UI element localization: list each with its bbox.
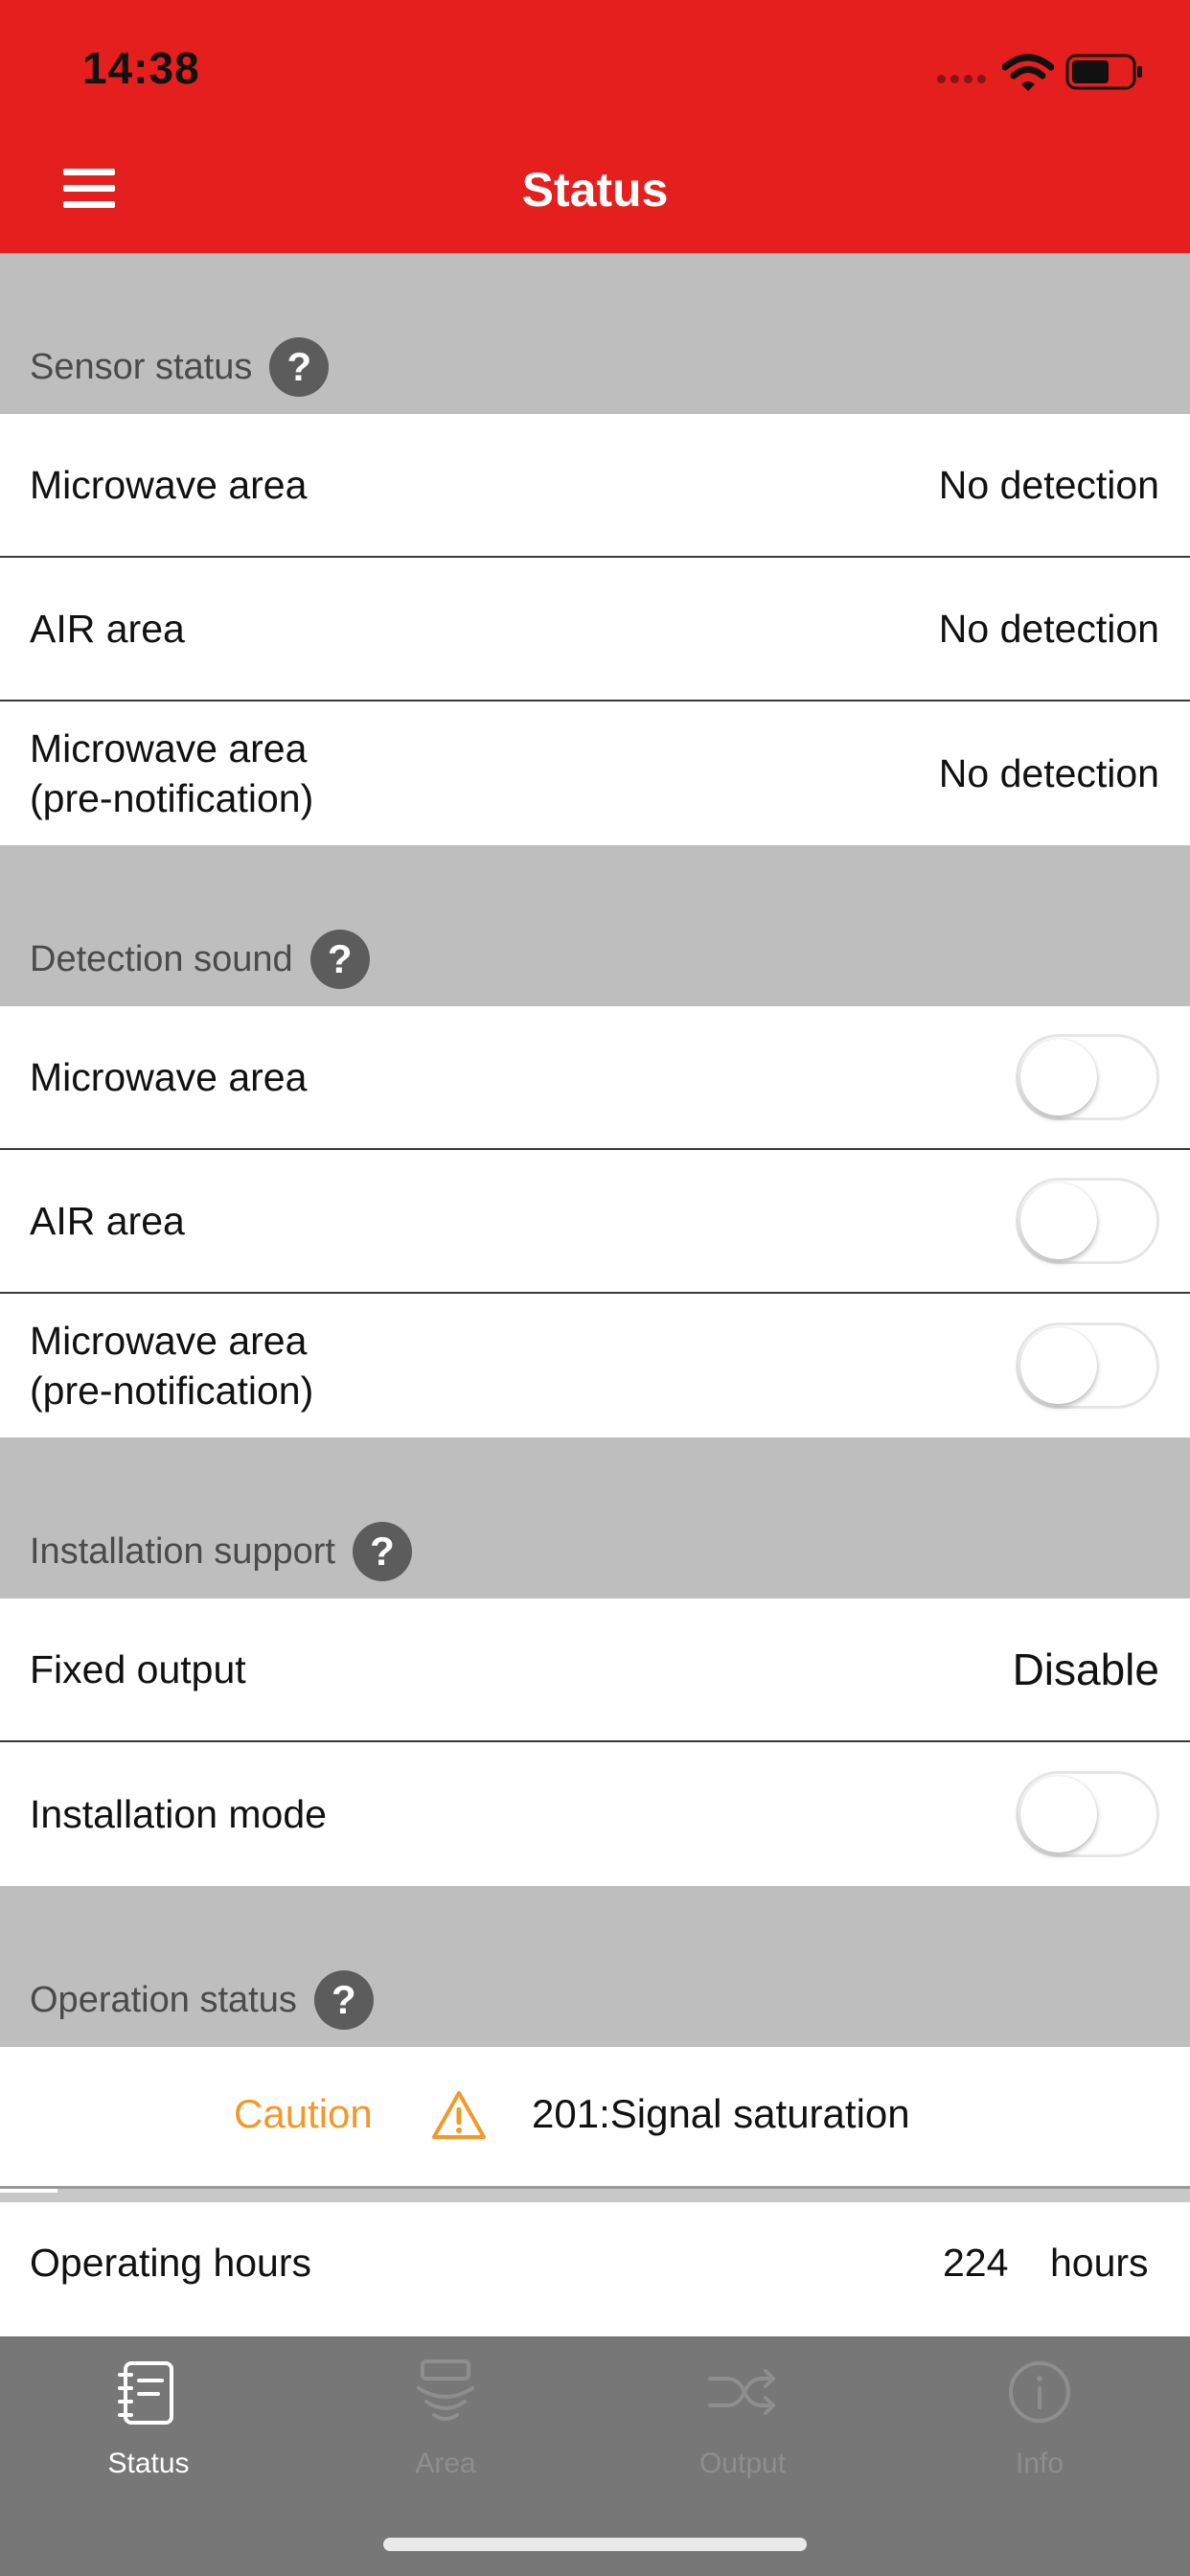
tab-label: Status xyxy=(107,2448,190,2479)
operating-hours-row: Operating hours 224 hours xyxy=(0,2202,1190,2333)
row-label: Microwave area xyxy=(30,463,308,507)
cellular-signal-icon xyxy=(937,75,986,83)
area-waves-icon xyxy=(417,2359,474,2421)
sound-row-air-area: AIR area xyxy=(0,1150,1190,1294)
sensor-row-air-area: AIR area No detection xyxy=(0,558,1190,702)
divider xyxy=(0,2189,1190,2202)
warning-icon xyxy=(432,2091,486,2139)
row-label-line2: (pre-notification) xyxy=(30,1368,314,1413)
row-label: AIR area xyxy=(30,1199,185,1243)
row-value: No detection xyxy=(938,750,1159,795)
help-icon[interactable]: ? xyxy=(313,1970,374,2030)
row-label: Fixed output xyxy=(30,1647,246,1691)
page-title: Status xyxy=(521,163,669,217)
sound-row-microwave-area: Microwave area xyxy=(0,1006,1190,1150)
row-label: Microwave area xyxy=(30,1055,308,1099)
microwave-area-sound-toggle[interactable] xyxy=(1016,1034,1159,1120)
notebook-icon xyxy=(118,2361,173,2425)
info-icon xyxy=(1009,2361,1070,2423)
section-title-installation-support: Installation support xyxy=(30,1530,335,1572)
tab-label: Output xyxy=(698,2448,787,2479)
tab-info[interactable]: Info xyxy=(891,2356,1188,2480)
tab-label: Info xyxy=(1015,2448,1064,2479)
fixed-output-row[interactable]: Fixed output Disable xyxy=(0,1598,1190,1742)
status-level-label: Caution xyxy=(234,2091,373,2136)
tab-status[interactable]: Status xyxy=(0,2356,297,2480)
status-message: 201:Signal saturation xyxy=(532,2091,910,2136)
status-bar-time: 14:38 xyxy=(82,43,200,93)
battery-icon xyxy=(1065,54,1142,90)
air-area-sound-toggle[interactable] xyxy=(1016,1178,1159,1264)
row-value: No detection xyxy=(938,462,1159,507)
sound-row-microwave-prenotification: Microwave area (pre-notification) xyxy=(0,1294,1190,1438)
help-icon[interactable]: ? xyxy=(309,930,370,989)
sensor-row-microwave-area: Microwave area No detection xyxy=(0,414,1190,558)
row-label-line1: Microwave area xyxy=(30,1319,308,1363)
fixed-output-value[interactable]: Disable xyxy=(1013,1644,1159,1695)
app-header: 14:38 Status xyxy=(0,0,1190,253)
sensor-row-microwave-prenotification: Microwave area (pre-notification) No det… xyxy=(0,702,1190,845)
section-header-sensor-status: Sensor status ? xyxy=(0,253,1190,414)
wifi-icon xyxy=(1002,54,1054,91)
section-header-detection-sound: Detection sound ? xyxy=(0,845,1190,1006)
section-title-operation-status: Operation status xyxy=(30,1979,297,2020)
row-label-line2: (pre-notification) xyxy=(30,776,314,820)
shuffle-icon xyxy=(708,2369,775,2415)
row-value: No detection xyxy=(938,606,1159,651)
section-header-installation-support: Installation support ? xyxy=(0,1438,1190,1598)
tab-area[interactable]: Area xyxy=(297,2356,594,2480)
row-label: Installation mode xyxy=(30,1792,327,1836)
row-label: Operating hours xyxy=(30,2241,312,2285)
row-label: Microwave area (pre-notification) xyxy=(30,724,313,823)
home-indicator[interactable] xyxy=(383,2538,807,2551)
section-title-sensor-status: Sensor status xyxy=(30,346,253,387)
section-title-detection-sound: Detection sound xyxy=(30,938,293,979)
operation-status-row: Caution 201:Signal saturation xyxy=(0,2047,1190,2189)
installation-mode-toggle[interactable] xyxy=(1016,1771,1159,1857)
section-header-operation-status: Operation status ? xyxy=(0,1886,1190,2047)
tab-label: Area xyxy=(415,2448,476,2479)
help-icon[interactable]: ? xyxy=(352,1522,412,1581)
row-label-line1: Microwave area xyxy=(30,726,308,770)
microwave-prenotification-sound-toggle[interactable] xyxy=(1016,1322,1159,1409)
operating-hours-unit: hours xyxy=(1050,2241,1149,2285)
operating-hours-value: 224 xyxy=(943,2241,1009,2285)
tab-output[interactable]: Output xyxy=(594,2356,891,2480)
status-content: Sensor status ? Microwave area No detect… xyxy=(0,253,1190,2333)
help-icon[interactable]: ? xyxy=(269,337,330,397)
row-label: Microwave area (pre-notification) xyxy=(30,1316,313,1415)
installation-mode-row: Installation mode xyxy=(0,1742,1190,1886)
row-label: AIR area xyxy=(30,607,185,651)
